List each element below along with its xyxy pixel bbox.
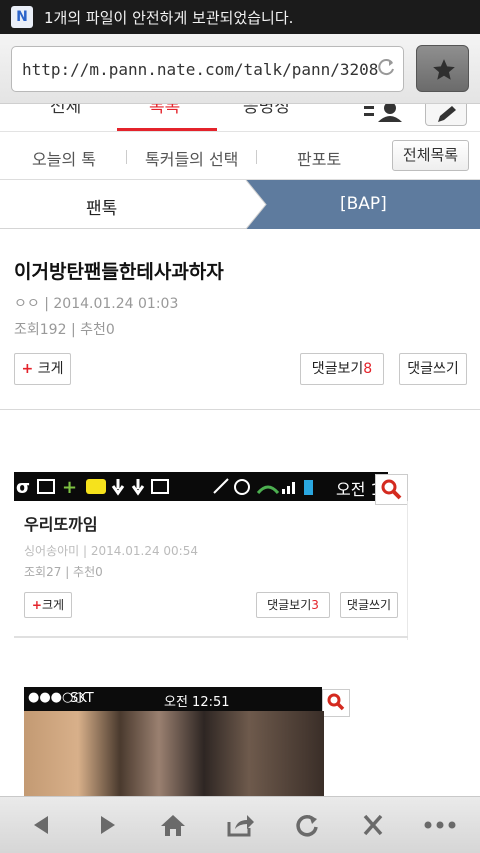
screenshot-post-meta: 싱어송아미 | 2014.01.24 00:54 xyxy=(24,544,198,558)
meta-separator: | xyxy=(44,296,54,312)
tab-separator xyxy=(256,150,257,164)
breadcrumb-arrow-shape xyxy=(245,180,480,229)
forward-icon[interactable] xyxy=(93,812,123,838)
screenshot2-carrier: SKT xyxy=(70,691,94,706)
screenshot2-search-button xyxy=(322,689,350,717)
comments-count: 8 xyxy=(363,361,373,377)
status-system-icons xyxy=(213,478,313,495)
search-icon xyxy=(381,479,402,500)
tab-talk[interactable]: 톡톡 xyxy=(149,104,180,117)
screenshot-enlarge-button: +크게 xyxy=(24,592,72,618)
home-icon[interactable] xyxy=(158,812,188,838)
plus-icon: + xyxy=(31,598,42,612)
post-author-date: ㅇㅇ | 2014.01.24 01:03 xyxy=(14,293,178,313)
screenshot-status-bar: σ + 오전 12 xyxy=(14,472,391,501)
plus-icon: + xyxy=(21,361,34,377)
back-icon[interactable] xyxy=(26,812,56,838)
nate-app-icon: N xyxy=(11,6,33,28)
screenshot-likes-label: 추천 xyxy=(73,565,96,579)
screenshot-author: 싱어송아미 xyxy=(24,544,80,558)
all-list-button[interactable]: 전체목록 xyxy=(392,140,469,171)
screenshot-enlarge-label: 크게 xyxy=(41,598,65,612)
enlarge-label: 크게 xyxy=(37,361,64,377)
breadcrumb-pantalk[interactable]: 팬톡 xyxy=(86,194,117,219)
post-title: 이거방탄팬들한테사과하자 xyxy=(14,261,224,283)
star-icon xyxy=(433,59,455,80)
screenshot-view-comments-button: 댓글보기3 xyxy=(256,592,330,618)
active-tab-indicator xyxy=(117,128,217,131)
tab-today-talk[interactable]: 오늘의 톡 xyxy=(32,146,96,170)
screenshot-divider xyxy=(14,636,408,638)
meta-separator: | xyxy=(70,322,81,338)
tab-third[interactable]: 응명정 xyxy=(243,104,290,117)
top-tab-bar: 전체 톡톡 응명정 xyxy=(0,104,480,132)
likes-label: 추천 xyxy=(80,322,106,338)
embedded-screenshot-1: σ + 오전 12 우리또까임 싱어송아미 | 2014.01.24 00:54 xyxy=(14,472,408,640)
status-bar: N 1개의 파일이 안전하게 보관되었습니다. xyxy=(0,0,480,34)
screenshot-comments-label: 댓글보기 xyxy=(267,598,312,612)
screenshot-write-comment-button: 댓글쓰기 xyxy=(340,592,398,618)
post-author: ㅇㅇ xyxy=(14,296,40,312)
my-page-icon[interactable] xyxy=(362,104,410,124)
pencil-icon xyxy=(438,106,456,122)
view-comments-button[interactable]: 댓글보기8 xyxy=(300,353,384,385)
post-stats: 조회192 | 추천0 xyxy=(14,319,115,339)
address-bar: http://m.pann.nate.com/talk/pann/32084 xyxy=(0,34,480,104)
screenshot-views: 27 xyxy=(46,565,62,579)
status-notification-icons: σ + xyxy=(16,477,169,497)
screenshot-post-body: 우리또까임 싱어송아미 | 2014.01.24 00:54 조회27 | 추천… xyxy=(14,501,408,640)
notification-text: 1개의 파일이 안전하게 보관되었습니다. xyxy=(44,9,294,27)
embedded-screenshot-2: ●●●○○ SKT 오전 12:51 xyxy=(24,687,350,797)
tab-separator xyxy=(126,150,127,164)
browser-bottom-bar xyxy=(0,796,480,853)
screenshot2-status-bar: ●●●○○ SKT 오전 12:51 xyxy=(24,687,322,711)
view-comments-label: 댓글보기 xyxy=(311,361,364,377)
views-count: 192 xyxy=(39,322,67,338)
screenshot-post-stats: 조회27 | 추천0 xyxy=(24,565,103,579)
tab-pan-photo[interactable]: 판포토 xyxy=(297,146,341,170)
refresh-icon[interactable] xyxy=(292,812,322,838)
share-icon[interactable] xyxy=(225,812,255,838)
reload-icon[interactable] xyxy=(375,57,397,79)
screenshot2-photo xyxy=(24,711,324,797)
likes-count: 0 xyxy=(105,322,115,338)
more-icon[interactable] xyxy=(422,812,458,838)
screenshot-date: 2014.01.24 00:54 xyxy=(90,544,198,558)
bookmark-button[interactable] xyxy=(416,45,469,92)
sub-tab-bar: 오늘의 톡 톡커들의 선택 판포토 전체목록 xyxy=(0,132,480,180)
views-label: 조회 xyxy=(14,322,40,338)
content-divider xyxy=(0,409,480,410)
screenshot2-time: 오전 12:51 xyxy=(164,695,230,710)
enlarge-button[interactable]: + 크게 xyxy=(14,353,71,385)
write-comment-button[interactable]: 댓글쓰기 xyxy=(399,353,467,385)
screenshot-views-label: 조회 xyxy=(24,565,47,579)
screenshot-post-title: 우리또까임 xyxy=(24,515,98,534)
screenshot-likes: 0 xyxy=(95,565,103,579)
post-date: 2014.01.24 01:03 xyxy=(53,296,179,312)
svg-text:+: + xyxy=(62,477,77,497)
write-button[interactable] xyxy=(425,104,467,126)
tab-talkers-choice[interactable]: 톡커들의 선택 xyxy=(145,146,238,170)
screenshot-comments-count: 3 xyxy=(311,598,319,612)
svg-text:σ: σ xyxy=(16,477,30,497)
tab-all[interactable]: 전체 xyxy=(50,104,81,117)
url-field[interactable]: http://m.pann.nate.com/talk/pann/32084 xyxy=(11,46,404,92)
breadcrumb: 팬톡 [BAP] xyxy=(0,180,480,229)
url-text[interactable]: http://m.pann.nate.com/talk/pann/32084 xyxy=(22,60,378,79)
close-icon[interactable] xyxy=(358,812,388,838)
search-icon xyxy=(327,693,345,711)
breadcrumb-bap[interactable]: [BAP] xyxy=(340,194,387,214)
